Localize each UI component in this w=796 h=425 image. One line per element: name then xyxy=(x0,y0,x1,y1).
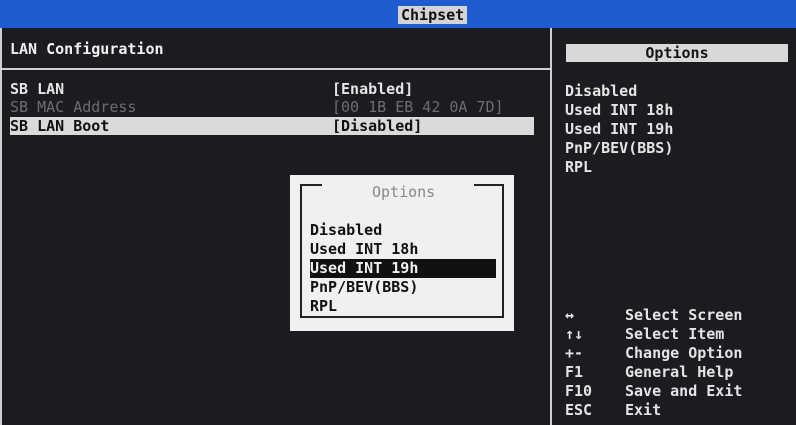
options-help-list: Disabled Used INT 18h Used INT 19h PnP/B… xyxy=(565,82,673,177)
section-title: LAN Configuration xyxy=(10,40,164,58)
option-help-item: Used INT 18h xyxy=(565,101,674,119)
popup-option-pnp-bev[interactable]: PnP/BEV(BBS) xyxy=(310,278,496,297)
key-up-down-icon: ↑↓ xyxy=(565,325,584,343)
popup-title: Options xyxy=(372,183,436,201)
key-plus-minus: +- xyxy=(565,344,584,362)
key-desc: Change Option xyxy=(625,344,743,362)
key-f1: F1 xyxy=(565,363,584,381)
option-help-item: PnP/BEV(BBS) xyxy=(565,139,674,157)
setting-label: SB LAN Boot xyxy=(10,117,110,135)
option-help-item: RPL xyxy=(565,158,593,176)
key-legend: ↔ Select Screen ↑↓ Select Item +- Change… xyxy=(565,306,790,420)
key-legend-row: F1 General Help xyxy=(565,363,790,382)
popup-option-used-int-18h[interactable]: Used INT 18h xyxy=(310,240,496,259)
popup-option-list[interactable]: Disabled Used INT 18h Used INT 19h PnP/B… xyxy=(310,221,496,316)
screen-title: Chipset xyxy=(398,6,468,24)
key-esc: ESC xyxy=(565,401,593,419)
key-legend-row: ESC Exit xyxy=(565,401,790,420)
setting-value[interactable]: [Enabled] xyxy=(332,80,413,98)
popup-border-top-left xyxy=(300,184,322,186)
popup-option-rpl[interactable]: RPL xyxy=(310,297,496,316)
section-divider xyxy=(2,68,550,70)
key-legend-row: ↑↓ Select Item xyxy=(565,325,790,344)
key-desc: General Help xyxy=(625,363,734,381)
key-desc: Exit xyxy=(625,401,662,419)
setting-row-sb-lan-boot[interactable]: SB LAN Boot [Disabled] xyxy=(10,117,534,135)
key-desc: Save and Exit xyxy=(625,382,743,400)
key-legend-row: F10 Save and Exit xyxy=(565,382,790,401)
popup-border-top-right xyxy=(474,184,504,186)
key-f10: F10 xyxy=(565,382,593,400)
key-desc: Select Screen xyxy=(625,306,743,324)
setting-value: [00 1B EB 42 0A 7D] xyxy=(332,98,504,116)
options-popup[interactable]: Options Disabled Used INT 18h Used INT 1… xyxy=(290,175,514,331)
bios-frame: LAN Configuration SB LAN [Enabled] SB MA… xyxy=(0,28,796,425)
key-desc: Select Item xyxy=(625,325,725,343)
popup-option-used-int-19h[interactable]: Used INT 19h xyxy=(310,259,496,278)
setting-row-sb-mac-address: SB MAC Address [00 1B EB 42 0A 7D] xyxy=(10,98,534,116)
setting-label: SB MAC Address xyxy=(10,98,137,116)
setting-label: SB LAN xyxy=(10,80,65,98)
setting-value[interactable]: [Disabled] xyxy=(332,117,422,135)
top-bar: Chipset xyxy=(0,0,796,28)
panel-divider xyxy=(550,28,552,425)
setting-row-sb-lan[interactable]: SB LAN [Enabled] xyxy=(10,80,534,98)
key-legend-row: ↔ Select Screen xyxy=(565,306,790,325)
key-left-right-icon: ↔ xyxy=(565,306,575,324)
option-help-item: Used INT 19h xyxy=(565,120,674,138)
option-help-item: Disabled xyxy=(565,82,638,100)
popup-option-disabled[interactable]: Disabled xyxy=(310,221,496,240)
options-header: Options xyxy=(566,44,788,62)
key-legend-row: +- Change Option xyxy=(565,344,790,363)
